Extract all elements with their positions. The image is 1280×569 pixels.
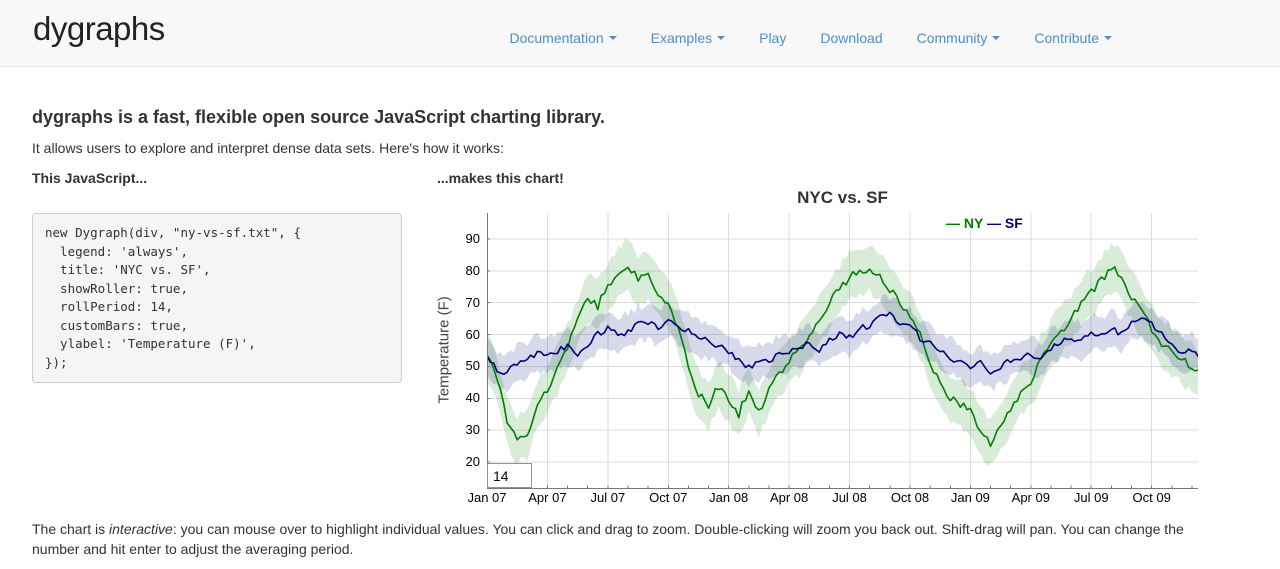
nav-item-community: Community [917, 30, 1001, 46]
nav-item-contribute: Contribute [1034, 30, 1112, 46]
y-tick-label: 60 [466, 328, 480, 342]
y-tick-label: 50 [466, 359, 480, 373]
nav-link-download[interactable]: Download [820, 30, 882, 46]
hint-text-start: The chart is [32, 521, 109, 537]
hint-text-end: : you can mouse over to highlight indivi… [32, 521, 1184, 557]
nav-item-play: Play [759, 30, 786, 46]
y-tick-label: 90 [466, 232, 480, 246]
chart-plot-svg[interactable] [487, 213, 1198, 489]
nav-item-download: Download [820, 30, 882, 46]
caret-down-icon [1104, 36, 1112, 40]
nav-link-label: Play [759, 30, 786, 46]
x-tick-label: Jan 07 [467, 490, 506, 505]
x-tick-label: Apr 08 [770, 490, 808, 505]
legend-dash-ny: — [946, 215, 964, 231]
legend-label-sf: SF [1005, 215, 1023, 231]
code-column-label: This JavaScript... [32, 170, 147, 186]
nav-link-label: Examples [651, 30, 712, 46]
x-tick-label: Oct 09 [1133, 490, 1171, 505]
x-tick-label: Jan 09 [951, 490, 990, 505]
chart-title: NYC vs. SF [487, 188, 1198, 208]
hint-text-italic: interactive [109, 521, 173, 537]
nav-link-documentation[interactable]: Documentation [509, 30, 616, 46]
caret-down-icon [609, 36, 617, 40]
x-tick-label: Jan 08 [709, 490, 748, 505]
page-title: dygraphs is a fast, flexible open source… [32, 107, 605, 128]
nav-link-contribute[interactable]: Contribute [1034, 30, 1112, 46]
intro-text: It allows users to explore and interpret… [32, 140, 504, 156]
nav-menu: Documentation Examples Play Download Communi… [509, 30, 1112, 46]
legend-dash-sf: — [983, 215, 1005, 231]
legend-label-ny: NY [964, 215, 983, 231]
interactive-hint-text: The chart is interactive: you can mouse … [32, 519, 1199, 559]
nav-item-documentation: Documentation [509, 30, 616, 46]
x-tick-label: Jul 07 [590, 490, 625, 505]
x-tick-label: Oct 07 [649, 490, 687, 505]
y-tick-label: 20 [466, 455, 480, 469]
x-tick-label: Apr 09 [1012, 490, 1050, 505]
nav-link-play[interactable]: Play [759, 30, 786, 46]
caret-down-icon [992, 36, 1000, 40]
nav-link-examples[interactable]: Examples [651, 30, 725, 46]
x-tick-label: Jul 09 [1074, 490, 1109, 505]
nav-link-label: Download [820, 30, 882, 46]
x-tick-label: Oct 08 [891, 490, 929, 505]
caret-down-icon [717, 36, 725, 40]
nav-link-label: Community [917, 30, 988, 46]
code-snippet: new Dygraph(div, "ny-vs-sf.txt", { legen… [32, 213, 402, 383]
y-tick-label: 80 [466, 264, 480, 278]
page: dygraphs Documentation Examples Play Downlo… [0, 0, 1280, 569]
nav-link-label: Contribute [1034, 30, 1099, 46]
x-tick-label: Jul 08 [832, 490, 867, 505]
navbar: dygraphs Documentation Examples Play Downlo… [0, 0, 1280, 67]
chart-legend: — NY — SF [943, 215, 1026, 231]
x-tick-label: Apr 07 [528, 490, 566, 505]
chart-plot-area[interactable] [487, 213, 1198, 489]
nav-link-community[interactable]: Community [917, 30, 1001, 46]
y-tick-label: 70 [466, 296, 480, 310]
roll-period-input[interactable] [487, 463, 532, 488]
nav-item-examples: Examples [651, 30, 725, 46]
chart-y-tick-labels: 20 30 40 50 60 70 80 90 [430, 213, 487, 488]
chart-x-tick-labels: Jan 07Apr 07Jul 07Oct 07Jan 08Apr 08Jul … [487, 490, 1198, 506]
y-tick-label: 30 [466, 423, 480, 437]
y-tick-label: 40 [466, 391, 480, 405]
brand-logo[interactable]: dygraphs [33, 9, 165, 49]
chart-container: NYC vs. SF Temperature (F) 2030405060708… [430, 188, 1200, 518]
nav-link-label: Documentation [509, 30, 603, 46]
chart-column-label: ...makes this chart! [437, 170, 564, 186]
